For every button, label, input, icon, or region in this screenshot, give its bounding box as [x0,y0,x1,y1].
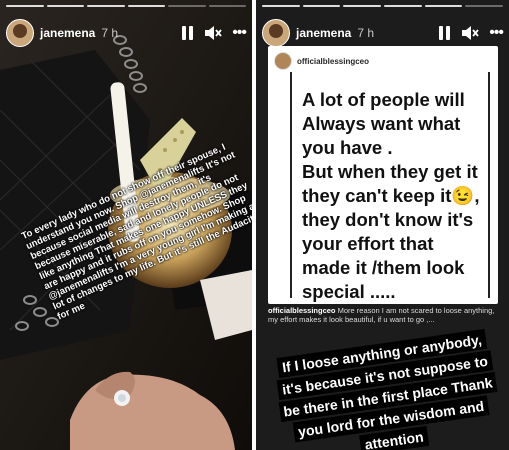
speaker-muted-icon[interactable] [204,25,222,41]
progress-segment [6,5,44,7]
speaker-muted-icon[interactable] [461,25,479,41]
progress-segment [127,5,165,7]
story-header: janemena 7 h ••• [6,18,247,48]
avatar[interactable] [274,52,292,70]
progress-segment [46,5,84,7]
text-sticker: If I loose anything or anybody, it's bec… [274,328,502,450]
shared-post-username[interactable]: officialblessingceo [297,57,369,66]
username[interactable]: janemena [296,26,351,40]
progress-segment [208,5,246,7]
story-header: janemena 7 h ••• [262,18,504,48]
progress-segment [343,5,382,7]
story-progress [6,5,246,7]
progress-segment [302,5,341,7]
progress-segment [87,5,125,7]
more-options-icon[interactable]: ••• [232,25,247,41]
story-right[interactable]: janemena 7 h ••• officialblessingceo A l… [256,0,509,450]
progress-segment [424,5,463,7]
shared-post-header: officialblessingceo [274,52,369,70]
avatar[interactable] [262,19,290,47]
avatar[interactable] [6,19,34,47]
shared-post-caption: officialblessingceo More reason I am not… [268,306,495,324]
story-progress [262,5,504,7]
quote-image: A lot of people will Always want what yo… [290,72,490,302]
timestamp: 7 h [101,26,119,40]
story-left[interactable]: janemena 7 h ••• To every lady who do no… [0,0,252,450]
timestamp: 7 h [357,26,375,40]
quote-text: A lot of people will Always want what yo… [302,89,480,302]
progress-segment [465,5,504,7]
pause-icon[interactable] [182,26,194,40]
progress-segment [262,5,300,7]
progress-segment [384,5,422,7]
shared-post-card[interactable]: officialblessingceo A lot of people will… [268,46,498,304]
pause-icon[interactable] [439,26,451,40]
wink-emoji: 😉 [451,185,475,206]
more-options-icon[interactable]: ••• [489,25,504,41]
progress-segment [168,5,206,7]
username[interactable]: janemena [40,26,95,40]
